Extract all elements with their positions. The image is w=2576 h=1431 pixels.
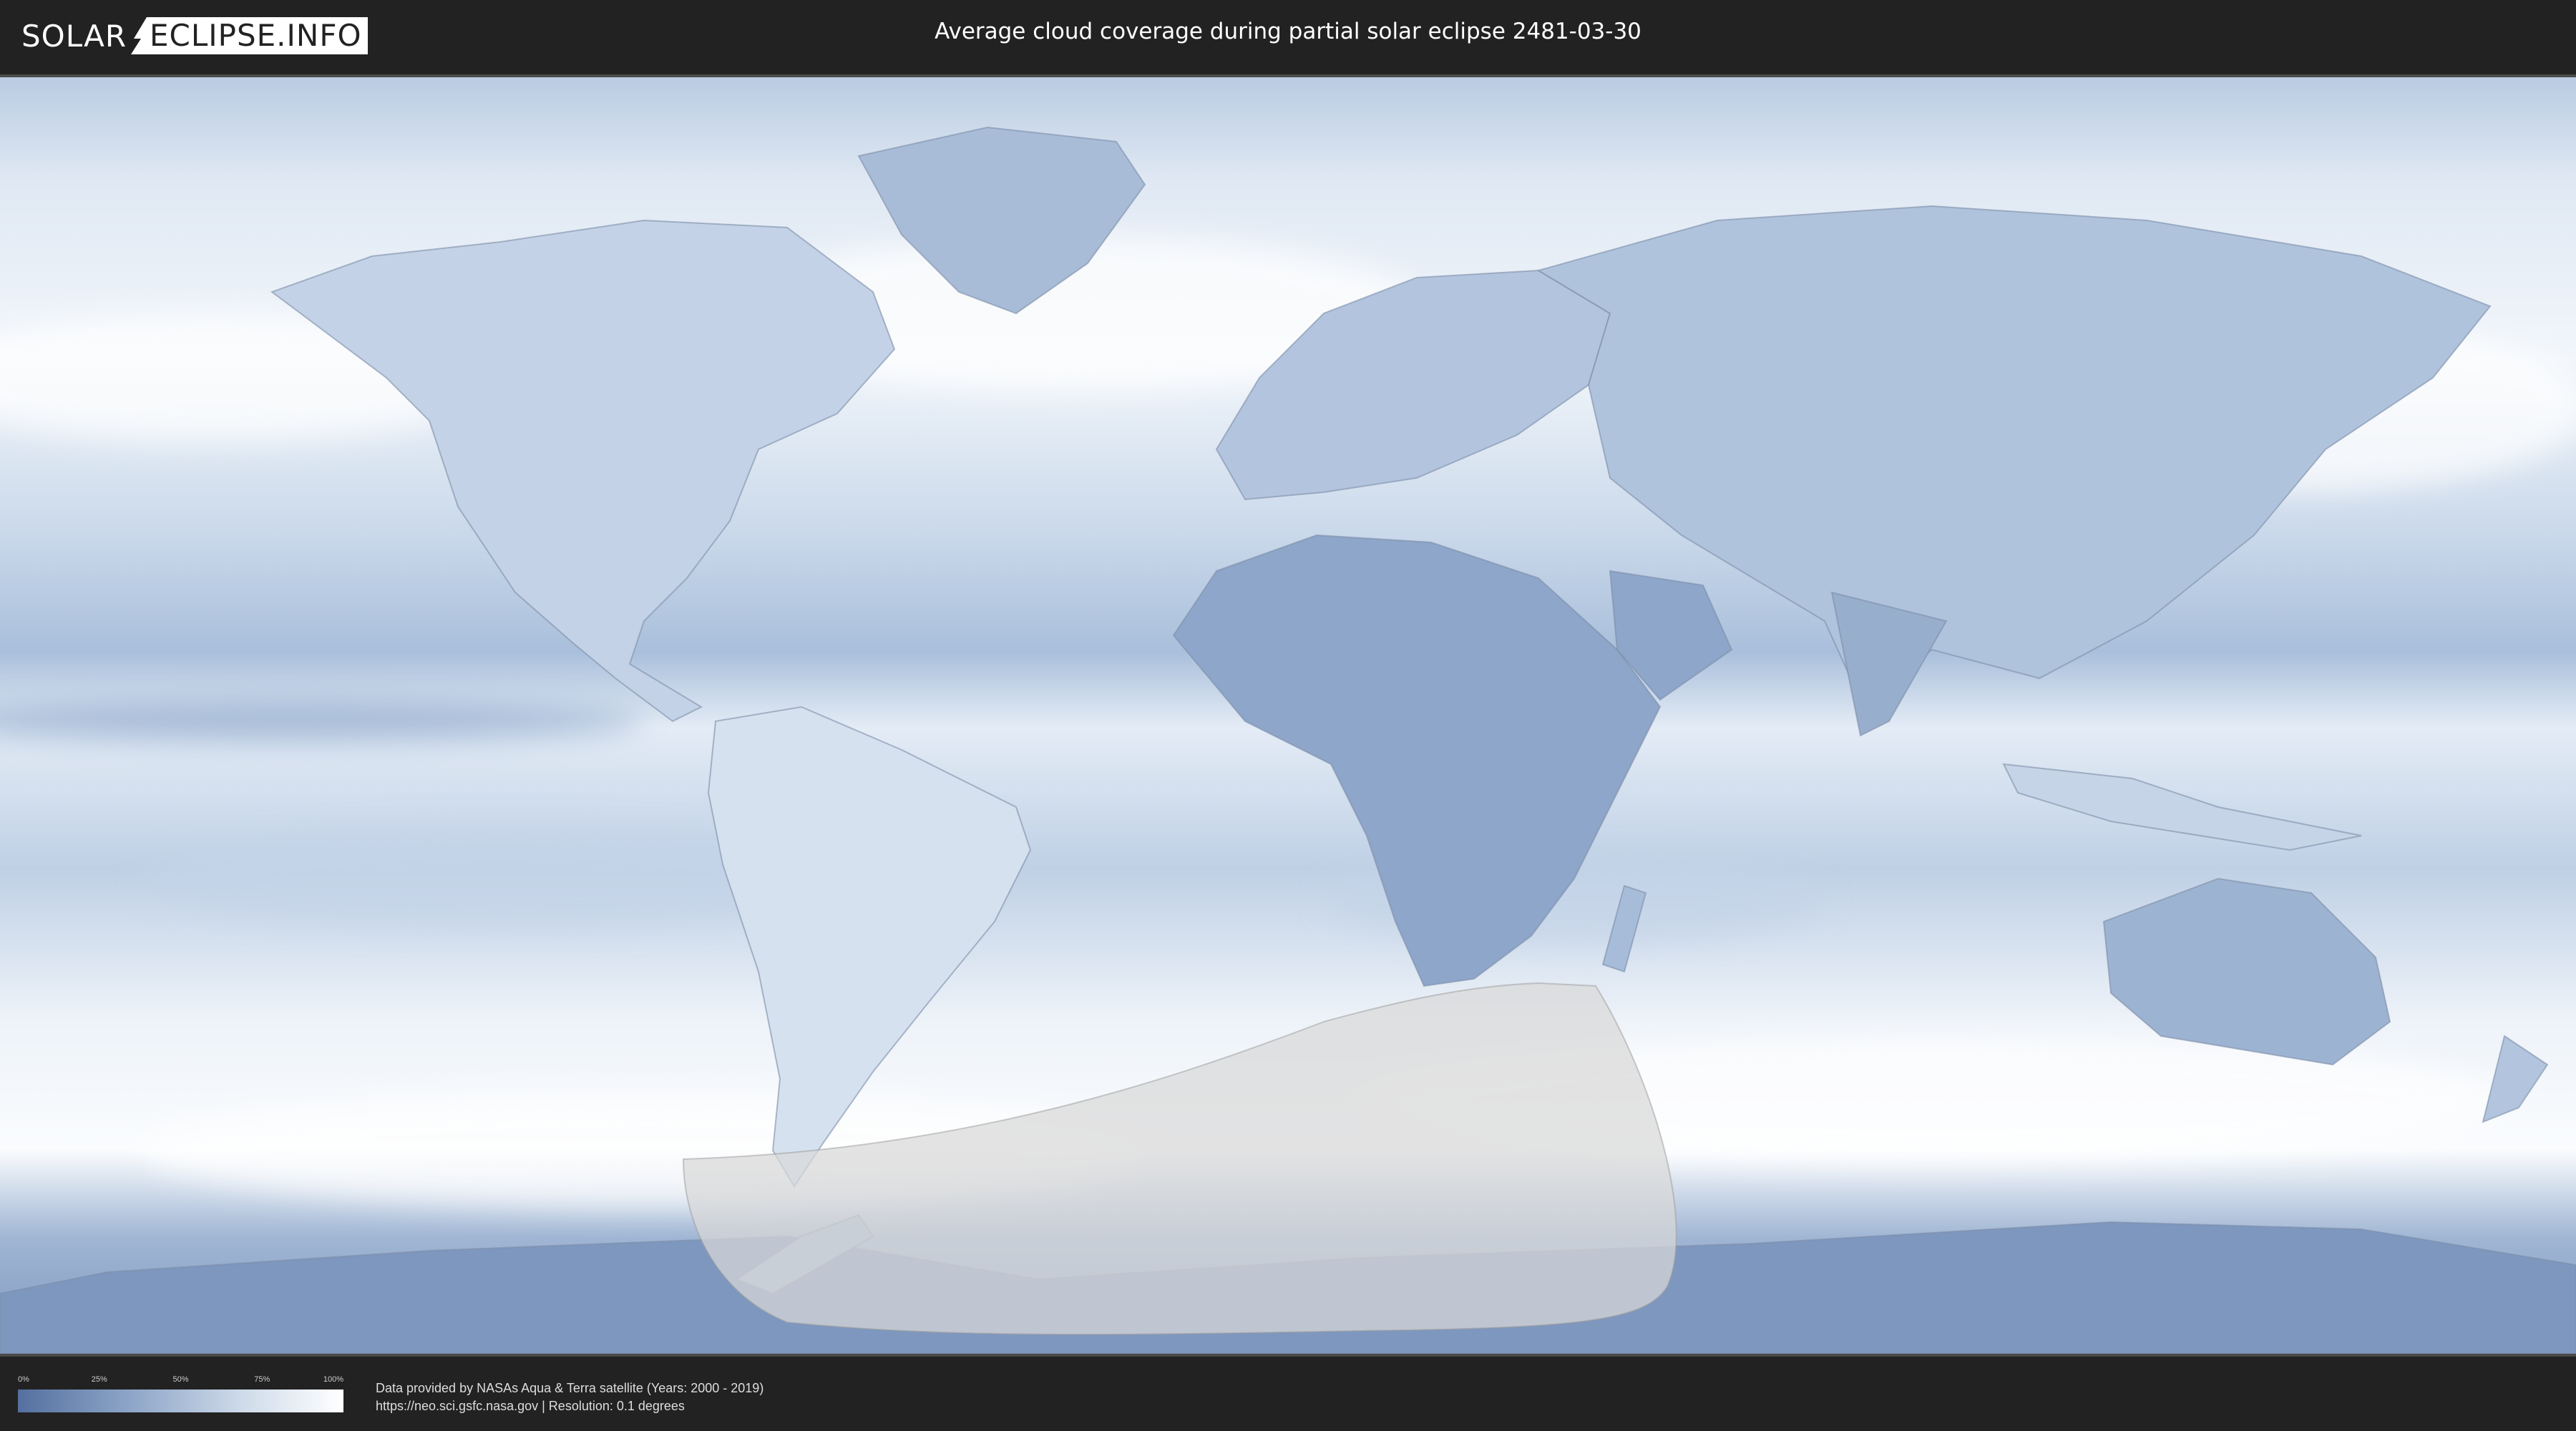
- legend-tick-75: 75%: [254, 1375, 270, 1384]
- header-bar: SOLAR ECLIPSE.INFO Average cloud coverag…: [0, 0, 2576, 72]
- legend-tick-100: 100%: [323, 1375, 343, 1384]
- cloud-coverage-legend-bar: [18, 1390, 343, 1412]
- legend-tick-25: 25%: [91, 1375, 107, 1384]
- cloud-coverage-map[interactable]: [0, 74, 2576, 1357]
- legend-tick-0: 0%: [18, 1375, 29, 1384]
- world-map-svg: [0, 77, 2576, 1354]
- page-title: Average cloud coverage during partial so…: [935, 19, 1641, 44]
- data-source-text: Data provided by NASAs Aqua & Terra sate…: [376, 1379, 763, 1415]
- data-source-line-1: Data provided by NASAs Aqua & Terra sate…: [376, 1381, 764, 1395]
- data-source-line-2[interactable]: https://neo.sci.gsfc.nasa.gov | Resoluti…: [376, 1397, 763, 1415]
- legend-tick-50: 50%: [172, 1375, 189, 1384]
- legend-tick-labels: 0% 25% 50% 75% 100%: [18, 1375, 343, 1385]
